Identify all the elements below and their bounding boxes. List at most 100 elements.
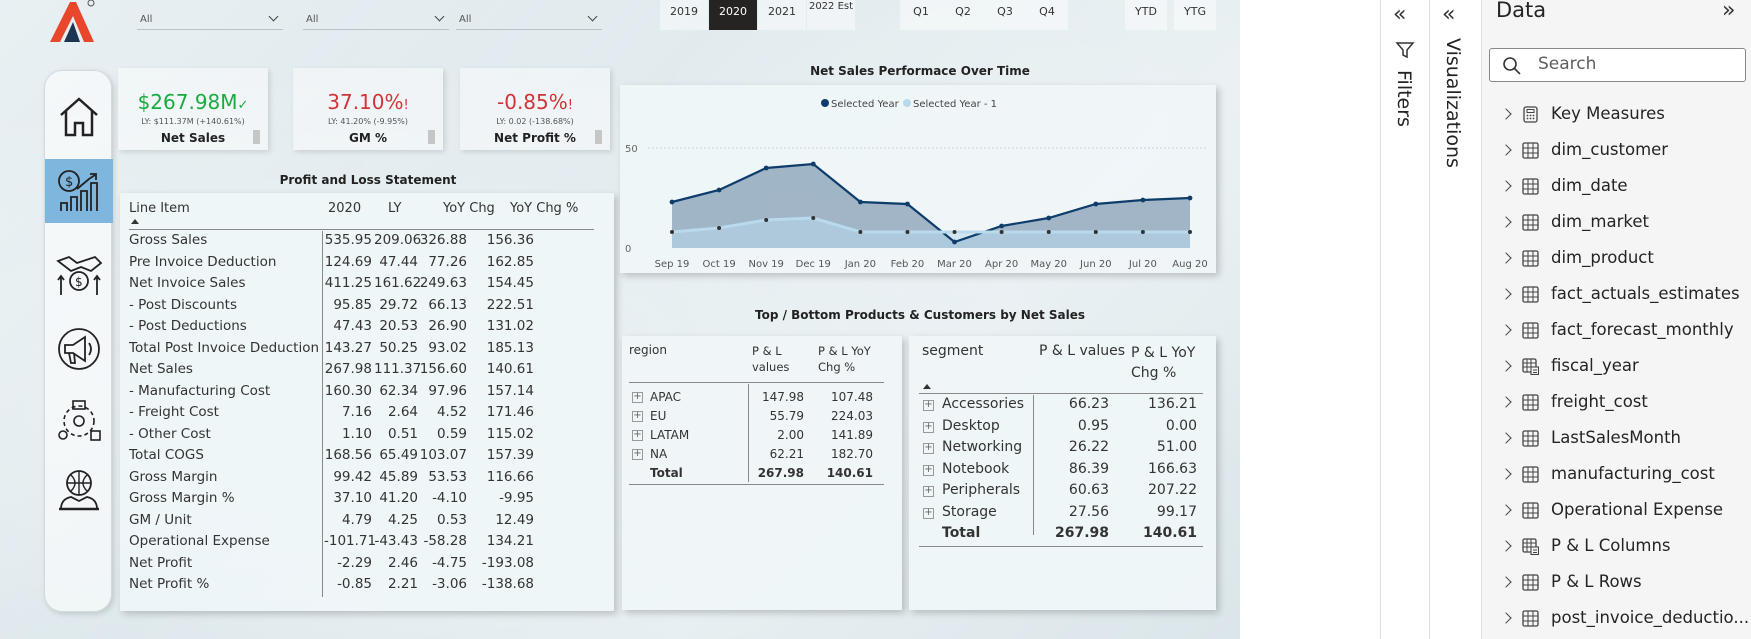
search-input[interactable]: Search — [1538, 54, 1596, 74]
data-point[interactable] — [999, 230, 1004, 234]
expand-visualizations-icon[interactable]: « — [1442, 2, 1455, 27]
field-table-item[interactable]: dim_product — [1482, 242, 1742, 278]
period-button-ytg[interactable]: YTG — [1174, 0, 1216, 30]
chevron-right-icon[interactable] — [1500, 144, 1512, 156]
field-table-item[interactable]: LastSalesMonth — [1482, 422, 1742, 458]
data-point[interactable] — [669, 199, 675, 205]
visualizations-pane[interactable]: « Visualizations — [1430, 0, 1482, 639]
slicer-dropdown-1[interactable]: All — [137, 8, 283, 30]
data-point[interactable] — [716, 187, 722, 193]
data-point[interactable] — [810, 161, 816, 167]
chevron-right-icon[interactable] — [1500, 576, 1512, 588]
expand-icon[interactable]: + — [632, 449, 643, 460]
global-support-icon[interactable] — [55, 465, 103, 513]
chevron-right-icon[interactable] — [1500, 504, 1512, 516]
data-point[interactable] — [1093, 201, 1099, 207]
year-button-2022-est[interactable]: 2022 Est — [807, 0, 855, 30]
collapse-data-pane-icon[interactable]: » — [1722, 0, 1735, 23]
data-point[interactable] — [952, 230, 957, 234]
chevron-right-icon[interactable] — [1500, 216, 1512, 228]
chevron-right-icon[interactable] — [1500, 468, 1512, 480]
year-button-2020[interactable]: 2020 — [709, 0, 757, 30]
data-point[interactable] — [764, 218, 769, 222]
year-button-2019[interactable]: 2019 — [660, 0, 708, 30]
search-box[interactable]: Search — [1489, 48, 1746, 82]
data-point[interactable] — [1046, 230, 1051, 234]
expand-icon[interactable]: + — [923, 443, 934, 454]
filters-label[interactable]: Filters — [1393, 70, 1415, 127]
data-point[interactable] — [858, 230, 863, 234]
field-table-item[interactable]: P & L Columns — [1482, 530, 1742, 566]
quarter-button-q3[interactable]: Q3 — [984, 0, 1026, 30]
quarter-button-q1[interactable]: Q1 — [900, 0, 942, 30]
field-table-item[interactable]: dim_customer — [1482, 134, 1742, 170]
field-table-item[interactable]: Operational Expense — [1482, 494, 1742, 530]
chevron-right-icon[interactable] — [1500, 252, 1512, 264]
chevron-right-icon[interactable] — [1500, 540, 1512, 552]
pl-col-header-year[interactable]: 2020 — [328, 201, 361, 216]
finance-growth-icon[interactable]: $ — [55, 167, 103, 215]
pl-col-header-yoy-chg-pct[interactable]: YoY Chg % — [510, 201, 578, 216]
data-point[interactable] — [1046, 215, 1052, 221]
filters-pane[interactable]: « Filters — [1381, 0, 1430, 639]
data-point[interactable] — [1140, 230, 1145, 234]
values-col-header[interactable]: P & L values — [1039, 343, 1125, 359]
slicer-dropdown-3[interactable]: All — [456, 8, 602, 30]
field-table-item[interactable]: dim_market — [1482, 206, 1742, 242]
chevron-right-icon[interactable] — [1500, 108, 1512, 120]
data-point[interactable] — [857, 199, 863, 205]
expand-icon[interactable]: + — [923, 464, 934, 476]
field-table-item[interactable]: manufacturing_cost — [1482, 458, 1742, 494]
field-table-item[interactable]: post_invoice_deductio... — [1482, 602, 1749, 638]
data-point[interactable] — [717, 226, 722, 230]
quarter-button-q2[interactable]: Q2 — [942, 0, 984, 30]
values-col-header[interactable]: P & L values — [752, 343, 800, 375]
quarter-button-q4[interactable]: Q4 — [1026, 0, 1068, 30]
expand-icon[interactable]: + — [923, 421, 934, 433]
marketing-megaphone-icon[interactable] — [55, 325, 103, 373]
expand-icon[interactable]: + — [632, 392, 643, 403]
expand-icon[interactable]: + — [923, 400, 934, 411]
expand-icon[interactable]: + — [923, 486, 934, 497]
field-table-item[interactable]: fact_actuals_estimates — [1482, 278, 1742, 314]
chevron-right-icon[interactable] — [1500, 396, 1512, 408]
visualizations-label[interactable]: Visualizations — [1442, 38, 1464, 168]
handshake-money-icon[interactable]: $ — [55, 249, 103, 297]
data-point[interactable] — [905, 230, 910, 234]
chevron-right-icon[interactable] — [1500, 180, 1512, 192]
home-icon[interactable] — [55, 93, 103, 141]
data-point[interactable] — [905, 201, 910, 207]
data-point[interactable] — [811, 216, 816, 220]
chevron-right-icon[interactable] — [1500, 360, 1512, 372]
data-point[interactable] — [999, 223, 1005, 229]
pl-col-header-line-item[interactable]: Line Item — [129, 201, 190, 216]
yoy-col-header[interactable]: P & L YoY Chg % — [1131, 343, 1207, 383]
chevron-right-icon[interactable] — [1500, 612, 1512, 624]
data-point[interactable] — [1093, 230, 1098, 234]
data-point[interactable] — [1187, 195, 1193, 201]
field-table-item[interactable]: freight_cost — [1482, 386, 1742, 422]
period-button-ytd[interactable]: YTD — [1125, 0, 1167, 30]
chevron-right-icon[interactable] — [1500, 324, 1512, 336]
pl-col-header-yoy-chg[interactable]: YoY Chg — [443, 201, 495, 216]
supply-chain-icon[interactable] — [55, 397, 103, 445]
slicer-dropdown-2[interactable]: All — [303, 8, 449, 30]
data-point[interactable] — [1188, 230, 1192, 234]
field-table-item[interactable]: fiscal_year — [1482, 350, 1742, 386]
data-point[interactable] — [670, 230, 674, 234]
chevron-right-icon[interactable] — [1500, 432, 1512, 444]
data-point[interactable] — [1140, 197, 1146, 203]
region-col-header[interactable]: region — [629, 343, 667, 357]
expand-icon[interactable]: + — [923, 507, 934, 519]
field-table-item[interactable]: Key Measures — [1482, 98, 1742, 134]
data-point[interactable] — [763, 165, 769, 171]
expand-icon[interactable]: + — [632, 411, 643, 422]
yoy-col-header[interactable]: P & L YoY Chg % — [818, 343, 882, 375]
field-table-item[interactable]: fact_forecast_monthly — [1482, 314, 1742, 350]
year-button-2021[interactable]: 2021 — [758, 0, 806, 30]
field-table-item[interactable]: P & L Rows — [1482, 566, 1742, 602]
field-table-item[interactable]: dim_date — [1482, 170, 1742, 206]
segment-col-header[interactable]: segment — [922, 343, 983, 359]
pl-col-header-ly[interactable]: LY — [388, 201, 401, 216]
data-point[interactable] — [952, 239, 957, 245]
